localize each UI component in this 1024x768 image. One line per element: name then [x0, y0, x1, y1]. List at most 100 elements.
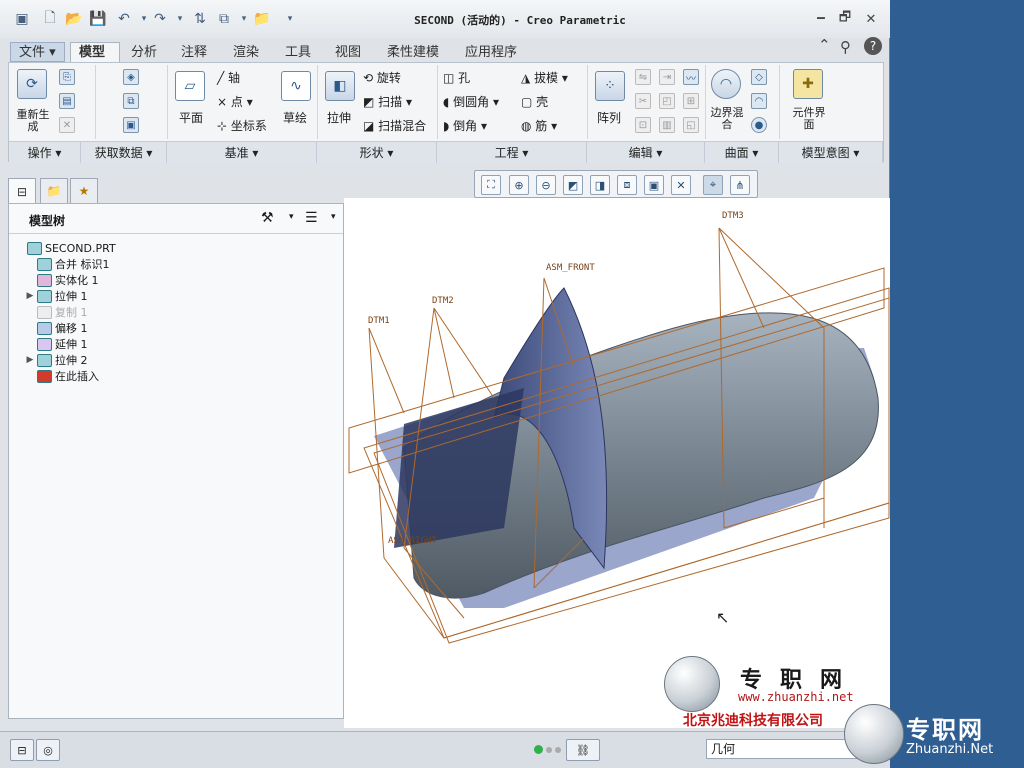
new-file-icon[interactable]: 🗋: [40, 9, 60, 29]
help-icon[interactable]: ?: [864, 37, 882, 55]
favorites-tab-icon[interactable]: ★: [70, 178, 98, 204]
group-shapes[interactable]: 形状 ▾: [317, 141, 437, 163]
group-datum[interactable]: 基准 ▾: [167, 141, 317, 163]
draft-button[interactable]: ◮ 拔模 ▾: [521, 69, 568, 86]
copy-icon[interactable]: ⎘: [59, 69, 75, 85]
style-icon[interactable]: 〰: [683, 69, 699, 85]
chamfer-button[interactable]: ◗ 倒角 ▾: [443, 117, 487, 134]
tab-annotate[interactable]: 注释: [172, 42, 216, 62]
project-icon[interactable]: ⊡: [635, 117, 651, 133]
point-button[interactable]: × 点 ▾: [217, 93, 253, 110]
customize-toolbar-icon[interactable]: ▾: [280, 9, 300, 29]
tree-item[interactable]: 实体化 1: [23, 272, 99, 288]
graphics-window[interactable]: DTM1 DTM2 ASM_FRONT DTM3 ASM_RIGHT ↖: [344, 198, 890, 728]
boundary-blend-icon[interactable]: ◠: [711, 69, 741, 99]
axis-button[interactable]: ╱ 轴: [217, 69, 240, 86]
component-interface-icon[interactable]: ✚: [793, 69, 823, 99]
sketch-button[interactable]: 草绘: [283, 109, 307, 126]
swept-blend-button[interactable]: ◪ 扫描混合: [363, 117, 426, 134]
repaint-icon[interactable]: ◩: [563, 175, 583, 195]
revolve-button[interactable]: ⟲ 旋转: [363, 69, 401, 86]
model-viewport[interactable]: [344, 198, 890, 728]
datum-display-icon[interactable]: ✕: [671, 175, 691, 195]
saved-orientations-icon[interactable]: ⧈: [617, 175, 637, 195]
group-operations[interactable]: 操作 ▾: [9, 141, 81, 163]
datum-label-asm-right[interactable]: ASM_RIGHT: [388, 536, 437, 546]
paste-icon[interactable]: ▤: [59, 93, 75, 109]
tree-settings-icon[interactable]: ⚒: [261, 210, 274, 226]
extrude-button[interactable]: 拉伸: [327, 109, 351, 126]
close-window-folder-icon[interactable]: 📁: [252, 9, 272, 29]
freestyle-icon[interactable]: ◇: [751, 69, 767, 85]
toggle-browser-icon[interactable]: ◎: [36, 739, 60, 761]
rib-button[interactable]: ◍ 筋 ▾: [521, 117, 557, 134]
search-icon[interactable]: ⚲: [840, 38, 851, 56]
tab-file[interactable]: 文件 ▾: [10, 42, 65, 62]
spin-center-icon[interactable]: ⌖: [703, 175, 723, 195]
tree-show-dropdown-icon[interactable]: ▾: [331, 212, 336, 222]
toggle-navigator-icon[interactable]: ⊟: [10, 739, 34, 761]
tab-analysis[interactable]: 分析: [122, 42, 166, 62]
tab-tools[interactable]: 工具: [276, 42, 320, 62]
pattern-button[interactable]: 阵列: [597, 109, 621, 126]
merge-inheritance-icon[interactable]: ▣: [123, 117, 139, 133]
group-surfaces[interactable]: 曲面 ▾: [705, 141, 779, 163]
view-manager-icon[interactable]: ▣: [644, 175, 664, 195]
tree-show-icon[interactable]: ☰: [305, 210, 318, 226]
tab-model[interactable]: 模型: [70, 42, 120, 62]
tab-flexible-modeling[interactable]: 柔性建模: [378, 42, 448, 62]
folder-browser-tab-icon[interactable]: 📁: [40, 178, 68, 204]
group-get-data[interactable]: 获取数据 ▾: [81, 141, 167, 163]
round-button[interactable]: ◖ 倒圆角 ▾: [443, 93, 499, 110]
close-button[interactable]: ✕: [860, 9, 882, 29]
component-interface-button[interactable]: 元件界面: [791, 107, 827, 131]
regenerate-button[interactable]: 重新生成: [15, 109, 51, 133]
tab-render[interactable]: 渲染: [224, 42, 268, 62]
datum-label-dtm2[interactable]: DTM2: [432, 296, 454, 306]
display-style-icon[interactable]: ◨: [590, 175, 610, 195]
tree-item[interactable]: 偏移 1: [23, 320, 88, 336]
fill-icon[interactable]: ◠: [751, 93, 767, 109]
zoom-out-icon[interactable]: ⊖: [536, 175, 556, 195]
tree-item[interactable]: ▶ 拉伸 2: [23, 352, 88, 368]
copy-geometry-icon[interactable]: ⧉: [123, 93, 139, 109]
windows-icon[interactable]: ⧉: [214, 9, 234, 29]
redo-icon[interactable]: ↷: [150, 9, 170, 29]
tree-item[interactable]: ▶ 拉伸 1: [23, 288, 88, 304]
minimize-button[interactable]: 🗕: [810, 9, 832, 29]
save-icon[interactable]: 💾: [88, 9, 108, 29]
group-model-intent[interactable]: 模型意图 ▾: [779, 141, 883, 163]
extrude-icon[interactable]: ◧: [325, 71, 355, 101]
boundary-blend-button[interactable]: 边界混合: [709, 107, 745, 131]
datum-label-asm-front[interactable]: ASM_FRONT: [546, 263, 595, 273]
creo-logo-icon[interactable]: ▣: [12, 9, 32, 29]
windows-dropdown-icon[interactable]: ▾: [234, 9, 254, 29]
maximize-button[interactable]: 🗗: [834, 9, 856, 29]
collapse-ribbon-icon[interactable]: ⌃: [818, 36, 831, 54]
thicken-icon[interactable]: ▥: [659, 117, 675, 133]
open-folder-icon[interactable]: 📂: [64, 9, 84, 29]
tree-item[interactable]: 合并 标识1: [23, 256, 110, 272]
solidify-icon[interactable]: ◱: [683, 117, 699, 133]
tree-item[interactable]: 复制 1: [23, 304, 88, 320]
plane-icon[interactable]: ▱: [175, 71, 205, 101]
plane-button[interactable]: 平面: [179, 109, 203, 126]
merge-icon[interactable]: ⊞: [683, 93, 699, 109]
regenerate-icon-large[interactable]: ⟳: [17, 69, 47, 99]
regenerate-icon[interactable]: ⇅: [190, 9, 210, 29]
sweep-button[interactable]: ◩ 扫描 ▾: [363, 93, 412, 110]
tab-view[interactable]: 视图: [326, 42, 370, 62]
annotation-display-icon[interactable]: ⋔: [730, 175, 750, 195]
mirror-icon[interactable]: ⇋: [635, 69, 651, 85]
expand-arrow-icon[interactable]: ▶: [23, 291, 37, 301]
tree-item[interactable]: SECOND.PRT: [13, 240, 116, 256]
model-tree-tab-icon[interactable]: ⊟: [8, 178, 36, 204]
group-engineering[interactable]: 工程 ▾: [437, 141, 587, 163]
expand-arrow-icon[interactable]: ▶: [23, 355, 37, 365]
zoom-in-icon[interactable]: ⊕: [509, 175, 529, 195]
tree-settings-dropdown-icon[interactable]: ▾: [289, 212, 294, 222]
sphere-icon[interactable]: ●: [751, 117, 767, 133]
refit-icon[interactable]: ⛶: [481, 175, 501, 195]
find-icon[interactable]: ⛓: [566, 739, 600, 761]
hole-button[interactable]: ◫ 孔: [443, 69, 470, 86]
